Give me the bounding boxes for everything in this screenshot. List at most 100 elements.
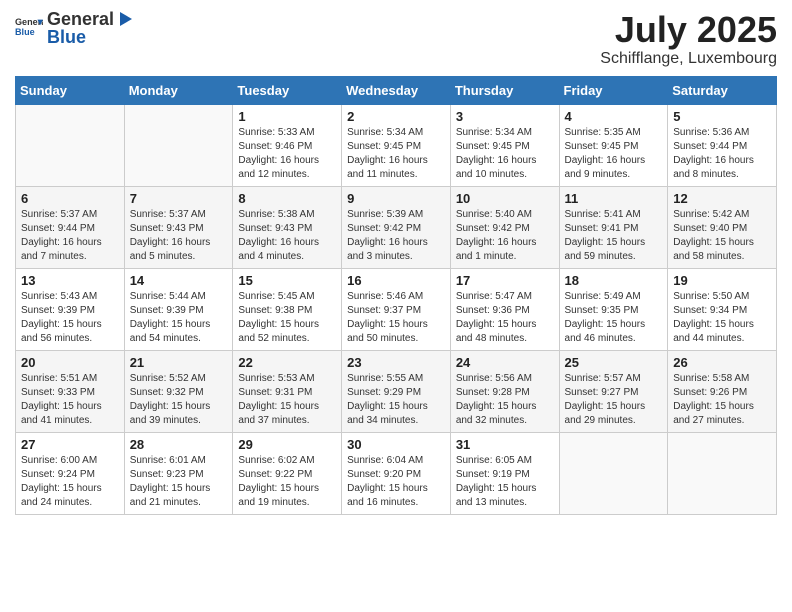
calendar-week-row: 27 Sunrise: 6:00 AM Sunset: 9:24 PM Dayli… (16, 432, 777, 514)
day-number: 2 (347, 109, 445, 124)
day-number: 17 (456, 273, 554, 288)
logo: General Blue General Blue (15, 10, 134, 46)
calendar-cell: 15 Sunrise: 5:45 AM Sunset: 9:38 PM Dayli… (233, 268, 342, 350)
day-info: Sunrise: 5:53 AM Sunset: 9:31 PM Dayligh… (238, 372, 336, 428)
day-number: 28 (130, 437, 228, 452)
day-number: 12 (673, 191, 771, 206)
day-info: Sunrise: 5:39 AM Sunset: 9:42 PM Dayligh… (347, 208, 445, 264)
day-number: 26 (673, 355, 771, 370)
calendar-cell (124, 104, 233, 186)
day-info: Sunrise: 5:40 AM Sunset: 9:42 PM Dayligh… (456, 208, 554, 264)
calendar-cell: 2 Sunrise: 5:34 AM Sunset: 9:45 PM Daylig… (342, 104, 451, 186)
day-number: 25 (565, 355, 663, 370)
day-number: 20 (21, 355, 119, 370)
calendar-cell: 28 Sunrise: 6:01 AM Sunset: 9:23 PM Dayli… (124, 432, 233, 514)
day-info: Sunrise: 5:37 AM Sunset: 9:44 PM Dayligh… (21, 208, 119, 264)
day-info: Sunrise: 5:36 AM Sunset: 9:44 PM Dayligh… (673, 126, 771, 182)
day-number: 14 (130, 273, 228, 288)
day-info: Sunrise: 6:00 AM Sunset: 9:24 PM Dayligh… (21, 454, 119, 510)
logo-text-blue: Blue (47, 28, 134, 46)
day-info: Sunrise: 5:57 AM Sunset: 9:27 PM Dayligh… (565, 372, 663, 428)
day-number: 18 (565, 273, 663, 288)
day-info: Sunrise: 5:46 AM Sunset: 9:37 PM Dayligh… (347, 290, 445, 346)
calendar-cell: 1 Sunrise: 5:33 AM Sunset: 9:46 PM Daylig… (233, 104, 342, 186)
day-number: 7 (130, 191, 228, 206)
day-number: 29 (238, 437, 336, 452)
calendar-cell: 21 Sunrise: 5:52 AM Sunset: 9:32 PM Dayli… (124, 350, 233, 432)
day-info: Sunrise: 5:34 AM Sunset: 9:45 PM Dayligh… (347, 126, 445, 182)
calendar-header-wednesday: Wednesday (342, 76, 451, 104)
day-number: 19 (673, 273, 771, 288)
calendar-cell: 16 Sunrise: 5:46 AM Sunset: 9:37 PM Dayli… (342, 268, 451, 350)
calendar-cell: 6 Sunrise: 5:37 AM Sunset: 9:44 PM Daylig… (16, 186, 125, 268)
day-info: Sunrise: 5:43 AM Sunset: 9:39 PM Dayligh… (21, 290, 119, 346)
calendar-cell: 23Sunrise: 5:55 AM Sunset: 9:29 PM Dayli… (342, 350, 451, 432)
day-info: Sunrise: 5:51 AM Sunset: 9:33 PM Dayligh… (21, 372, 119, 428)
day-number: 1 (238, 109, 336, 124)
calendar-cell: 25 Sunrise: 5:57 AM Sunset: 9:27 PM Dayli… (559, 350, 668, 432)
title-block: July 2025 Schifflange, Luxembourg (600, 10, 777, 68)
calendar-header-saturday: Saturday (668, 76, 777, 104)
calendar-cell (559, 432, 668, 514)
day-info: Sunrise: 5:33 AM Sunset: 9:46 PM Dayligh… (238, 126, 336, 182)
day-info: Sunrise: 5:49 AM Sunset: 9:35 PM Dayligh… (565, 290, 663, 346)
calendar-cell: 5 Sunrise: 5:36 AM Sunset: 9:44 PM Daylig… (668, 104, 777, 186)
day-number: 5 (673, 109, 771, 124)
calendar-cell: 4Sunrise: 5:35 AM Sunset: 9:45 PM Daylig… (559, 104, 668, 186)
svg-text:Blue: Blue (15, 27, 35, 37)
calendar-cell: 8Sunrise: 5:38 AM Sunset: 9:43 PM Daylig… (233, 186, 342, 268)
calendar-cell: 17 Sunrise: 5:47 AM Sunset: 9:36 PM Dayli… (450, 268, 559, 350)
day-info: Sunrise: 5:50 AM Sunset: 9:34 PM Dayligh… (673, 290, 771, 346)
day-number: 31 (456, 437, 554, 452)
calendar-header-row: SundayMondayTuesdayWednesdayThursdayFrid… (16, 76, 777, 104)
day-number: 21 (130, 355, 228, 370)
calendar-cell: 31 Sunrise: 6:05 AM Sunset: 9:19 PM Dayli… (450, 432, 559, 514)
day-info: Sunrise: 5:44 AM Sunset: 9:39 PM Dayligh… (130, 290, 228, 346)
day-number: 27 (21, 437, 119, 452)
day-number: 13 (21, 273, 119, 288)
day-number: 15 (238, 273, 336, 288)
day-info: Sunrise: 6:05 AM Sunset: 9:19 PM Dayligh… (456, 454, 554, 510)
calendar-week-row: 13 Sunrise: 5:43 AM Sunset: 9:39 PM Dayli… (16, 268, 777, 350)
day-info: Sunrise: 5:58 AM Sunset: 9:26 PM Dayligh… (673, 372, 771, 428)
day-info: Sunrise: 5:56 AM Sunset: 9:28 PM Dayligh… (456, 372, 554, 428)
calendar-cell: 11Sunrise: 5:41 AM Sunset: 9:41 PM Dayli… (559, 186, 668, 268)
main-title: July 2025 (600, 10, 777, 50)
calendar-cell (16, 104, 125, 186)
day-info: Sunrise: 5:55 AM Sunset: 9:29 PM Dayligh… (347, 372, 445, 428)
calendar-header-tuesday: Tuesday (233, 76, 342, 104)
day-number: 16 (347, 273, 445, 288)
day-number: 30 (347, 437, 445, 452)
calendar-cell: 30 Sunrise: 6:04 AM Sunset: 9:20 PM Dayli… (342, 432, 451, 514)
calendar-header-friday: Friday (559, 76, 668, 104)
calendar-cell: 24Sunrise: 5:56 AM Sunset: 9:28 PM Dayli… (450, 350, 559, 432)
page-header: General Blue General Blue July 2025 Schi… (15, 10, 777, 68)
calendar-week-row: 20 Sunrise: 5:51 AM Sunset: 9:33 PM Dayli… (16, 350, 777, 432)
calendar-cell: 7 Sunrise: 5:37 AM Sunset: 9:43 PM Daylig… (124, 186, 233, 268)
calendar-table: SundayMondayTuesdayWednesdayThursdayFrid… (15, 76, 777, 515)
logo-text-general: General (47, 10, 114, 28)
day-info: Sunrise: 5:52 AM Sunset: 9:32 PM Dayligh… (130, 372, 228, 428)
calendar-header-monday: Monday (124, 76, 233, 104)
calendar-week-row: 1 Sunrise: 5:33 AM Sunset: 9:46 PM Daylig… (16, 104, 777, 186)
logo-icon: General Blue (15, 14, 43, 42)
day-info: Sunrise: 5:37 AM Sunset: 9:43 PM Dayligh… (130, 208, 228, 264)
calendar-cell: 27 Sunrise: 6:00 AM Sunset: 9:24 PM Dayli… (16, 432, 125, 514)
calendar-cell: 10 Sunrise: 5:40 AM Sunset: 9:42 PM Dayli… (450, 186, 559, 268)
logo-arrow-icon (116, 10, 134, 28)
day-number: 10 (456, 191, 554, 206)
day-number: 6 (21, 191, 119, 206)
calendar-cell: 19 Sunrise: 5:50 AM Sunset: 9:34 PM Dayli… (668, 268, 777, 350)
day-info: Sunrise: 6:04 AM Sunset: 9:20 PM Dayligh… (347, 454, 445, 510)
calendar-cell: 18 Sunrise: 5:49 AM Sunset: 9:35 PM Dayli… (559, 268, 668, 350)
day-info: Sunrise: 6:01 AM Sunset: 9:23 PM Dayligh… (130, 454, 228, 510)
day-info: Sunrise: 5:45 AM Sunset: 9:38 PM Dayligh… (238, 290, 336, 346)
day-number: 22 (238, 355, 336, 370)
calendar-cell: 12Sunrise: 5:42 AM Sunset: 9:40 PM Dayli… (668, 186, 777, 268)
day-info: Sunrise: 5:34 AM Sunset: 9:45 PM Dayligh… (456, 126, 554, 182)
day-info: Sunrise: 5:35 AM Sunset: 9:45 PM Dayligh… (565, 126, 663, 182)
day-info: Sunrise: 5:47 AM Sunset: 9:36 PM Dayligh… (456, 290, 554, 346)
day-number: 9 (347, 191, 445, 206)
day-info: Sunrise: 6:02 AM Sunset: 9:22 PM Dayligh… (238, 454, 336, 510)
calendar-cell: 20 Sunrise: 5:51 AM Sunset: 9:33 PM Dayli… (16, 350, 125, 432)
